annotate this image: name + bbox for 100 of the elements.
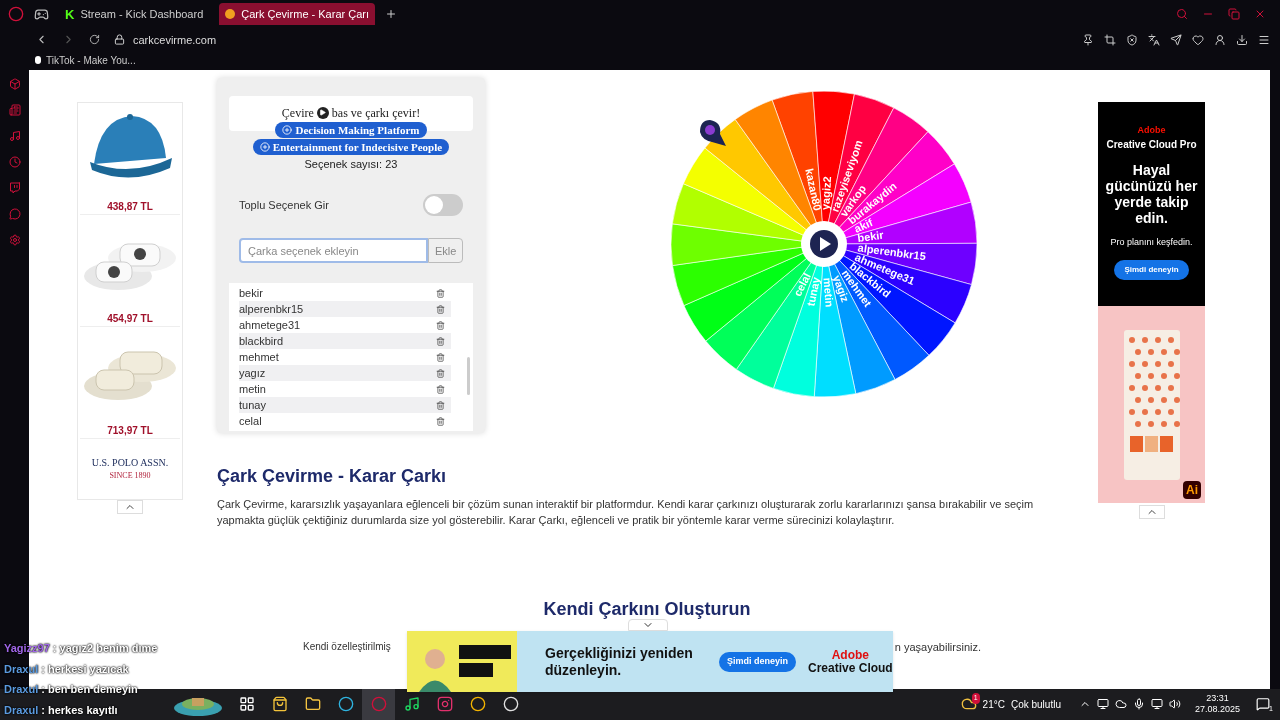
tag-pill[interactable]: Entertainment for Indecisive People: [252, 138, 450, 155]
app-icon: [469, 696, 486, 713]
ad-badge: Ai: [1183, 480, 1201, 499]
option-text: blackbird: [239, 334, 284, 350]
address-bar[interactable]: carkcevirme.com: [114, 31, 217, 49]
delete-icon[interactable]: [436, 288, 445, 298]
spin-button[interactable]: [801, 220, 847, 267]
tray-icon[interactable]: [1096, 698, 1109, 711]
app-icon: [502, 696, 519, 713]
tray-icon[interactable]: [1114, 698, 1127, 711]
bookmark-link[interactable]: TikTok - Make You...: [35, 52, 136, 68]
search-icon[interactable]: [1176, 8, 1188, 21]
section-title: Kendi Çarkını Oluşturun: [542, 597, 752, 621]
chat-username: Draxul: [4, 702, 39, 718]
tray-icon[interactable]: [1132, 698, 1145, 711]
lock-icon: [114, 34, 125, 46]
browser-logo-icon[interactable]: [8, 6, 24, 23]
app-icon: [337, 696, 354, 713]
delete-icon[interactable]: [436, 400, 445, 410]
plus-circle-icon: [259, 141, 270, 152]
delete-icon[interactable]: [436, 304, 445, 314]
bottom-ad[interactable]: Gerçekliğinizi yeniden düzenleyin. Şimdi deneyin Adobe Creative Cloud: [407, 631, 893, 692]
ad-button[interactable]: Şimdi deneyin: [719, 651, 796, 672]
browser-tab[interactable]: K Stream - Kick Dashboard: [59, 3, 210, 26]
article-body: Çark Çevirme, kararsızlık yaşayanlara eğlenceli bir çözüm sunan interaktif bir platformdur. Kendi karar çarkınızı oluşturarak zorlu kararlarınızı şansa bırakabilir ve seçim yapmakta güçlük çektiğiniz durumlarda size yol gösterebilir. Karar Çarkı, eğlenceli ve pratik bir yöntemle karar verme sürecinizi kolaylaştırır.: [217, 496, 1035, 528]
sidebar-icon[interactable]: [8, 233, 21, 246]
delete-icon[interactable]: [436, 368, 445, 378]
toolbar-icon[interactable]: [1082, 33, 1094, 46]
app-icon: [304, 696, 321, 713]
app-icon: [403, 696, 420, 713]
wheel-favicon-icon: [225, 9, 236, 20]
new-tab-icon[interactable]: [385, 8, 398, 21]
tray-icon[interactable]: [1168, 698, 1181, 711]
chat-message: : herkesi yazıcak: [41, 661, 129, 677]
favicon: K: [65, 5, 75, 24]
product-price: 713,97 TL: [107, 423, 153, 438]
chat-message: : yagız2 benim dıme: [52, 641, 158, 657]
delete-icon[interactable]: [436, 352, 445, 362]
sidebar-icon[interactable]: [8, 155, 21, 168]
browser-tab[interactable]: Çark Çevirme - Karar Çarı: [219, 3, 376, 26]
chat-username: Draxul: [4, 682, 39, 697]
delete-icon[interactable]: [436, 384, 445, 394]
sidebar-icon[interactable]: [8, 207, 21, 220]
ad-headline: Hayal gücünüzü her yerde takip edin.: [1104, 162, 1199, 227]
sidebar-icon[interactable]: [8, 77, 21, 90]
chat-message: : herkes kayıtlı: [41, 702, 118, 718]
option-text: ahmetege31: [239, 318, 301, 334]
ad-brand: Adobe: [1137, 123, 1166, 137]
app-icon: [271, 696, 288, 713]
scrollbar[interactable]: [467, 357, 470, 396]
tray-icon[interactable]: [1150, 698, 1163, 711]
toolbar-icon[interactable]: [1236, 33, 1248, 46]
option-count: Seçenek sayısı: 23: [304, 156, 398, 172]
weather-text: Çok bulutlu: [1010, 698, 1061, 712]
toolbar-icon[interactable]: [1170, 33, 1182, 46]
app-icon: [436, 696, 453, 713]
toolbar-icon[interactable]: [1214, 33, 1226, 46]
option-text: alperenbkr15: [239, 302, 304, 318]
clock[interactable]: 23:31 27.08.2025: [1194, 693, 1240, 716]
sidebar-icon[interactable]: [8, 181, 21, 194]
pointer-icon: [700, 119, 726, 146]
option-text: celal: [239, 414, 262, 430]
ad-button[interactable]: Şimdi deneyin: [1114, 259, 1189, 280]
toolbar-icon[interactable]: [1258, 33, 1270, 46]
weather-temp: 21°C: [982, 698, 1005, 712]
app-icon: [370, 696, 387, 713]
section-text: Kendi özelleştirilmiş: [303, 639, 391, 654]
notification-icon[interactable]: [1256, 697, 1270, 712]
reload-icon[interactable]: [89, 34, 100, 46]
delete-icon[interactable]: [436, 320, 445, 330]
note-icon: [35, 56, 41, 65]
article-title: Çark Çevirme - Karar Çarkı: [217, 464, 448, 488]
option-text: yagız: [239, 366, 266, 382]
ad-product: Creative Cloud Pro: [1106, 138, 1197, 153]
option-text: bekir: [239, 286, 263, 302]
option-text: metin: [239, 382, 266, 398]
product-card[interactable]: 713,97 TL: [80, 326, 180, 439]
sidebar-icon[interactable]: [8, 103, 21, 116]
bulk-toggle[interactable]: [423, 194, 463, 217]
section-text: n yaşayabilirsiniz.: [894, 639, 981, 655]
ad-headline: Gerçekliğinizi yeniden düzenleyin.: [545, 644, 694, 679]
app-icon: [238, 696, 255, 713]
option-input[interactable]: Çarka seçenek ekleyin: [239, 238, 429, 264]
delete-icon[interactable]: [436, 336, 445, 346]
product-card[interactable]: 454,97 TL: [80, 214, 180, 327]
plus-circle-icon: [282, 124, 293, 135]
collapse-icon[interactable]: [1138, 504, 1165, 519]
product-price: 454,97 TL: [107, 311, 153, 326]
sidebar-icon[interactable]: [8, 129, 21, 142]
ad-subtext: Pro planını keşfedin.: [1110, 236, 1193, 250]
product-price: 438,87 TL: [107, 199, 153, 214]
gamepad-icon[interactable]: [34, 6, 49, 22]
toolbar-icon[interactable]: [1104, 33, 1116, 46]
toolbar-icon[interactable]: [1192, 33, 1204, 46]
toolbar-icon[interactable]: [1148, 33, 1160, 46]
spin-hint: Çevire bas ve çarkı çevir!: [281, 105, 421, 120]
ad-product: Creative Cloud: [808, 661, 893, 675]
product-card[interactable]: 438,87 TL: [80, 102, 180, 215]
toolbar-icon[interactable]: [1126, 33, 1138, 46]
delete-icon[interactable]: [436, 416, 445, 426]
